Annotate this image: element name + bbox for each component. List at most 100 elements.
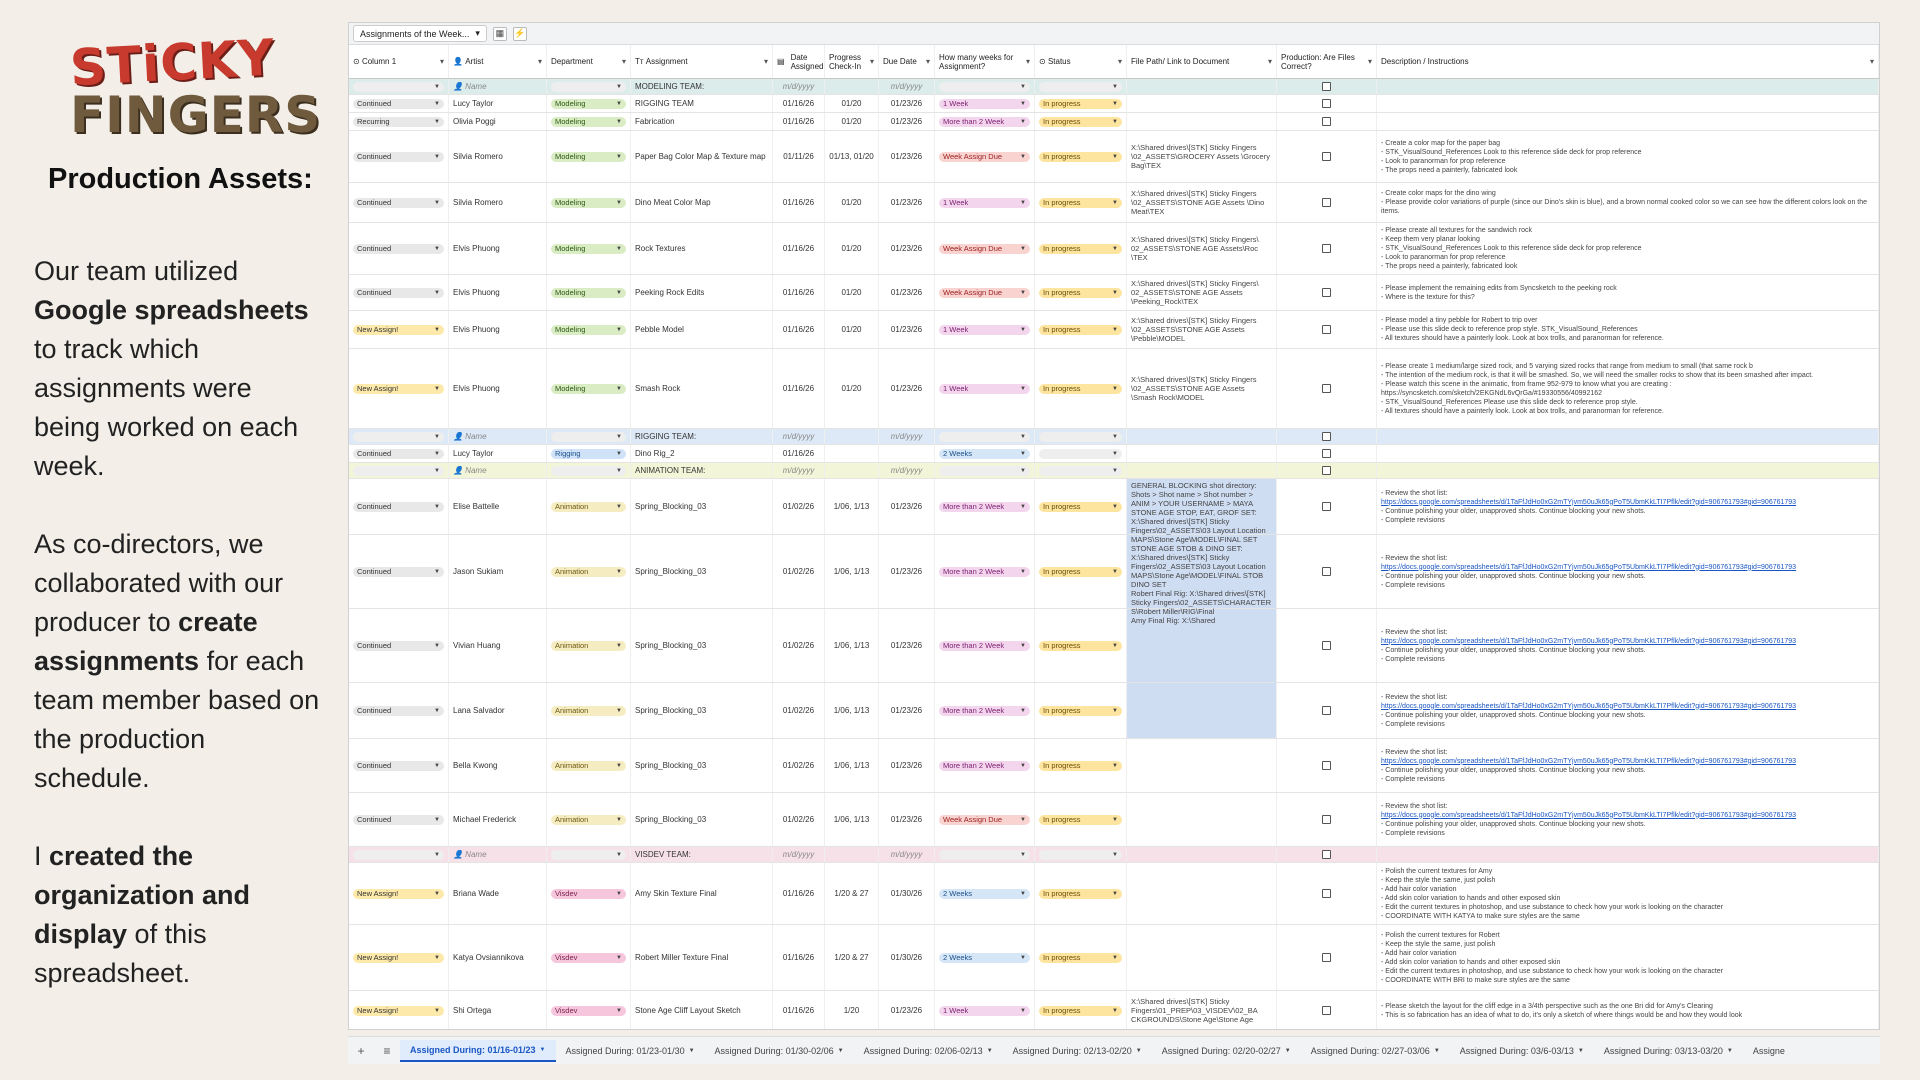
status-cell[interactable]: ▼ — [1035, 429, 1127, 444]
status-cell[interactable]: In progress ▼ — [1035, 609, 1127, 682]
weeks-cell[interactable]: 1 Week ▼ — [935, 349, 1035, 428]
progress-check-in[interactable]: 01/20 — [825, 311, 879, 348]
checkbox[interactable] — [1322, 889, 1331, 898]
due-date[interactable]: 01/23/26 — [879, 131, 935, 182]
checkbox[interactable] — [1322, 1006, 1331, 1015]
weeks-select[interactable]: Week Assign Due ▼ — [939, 814, 1030, 825]
header-file-path[interactable]: File Path/ Link to Document ▾ — [1127, 45, 1277, 78]
progress-check-in[interactable]: 01/20 — [825, 275, 879, 310]
artist-name[interactable]: Elise Battelle — [449, 479, 547, 534]
status-cell[interactable]: In progress ▼ — [1035, 925, 1127, 990]
file-path[interactable]: X:\Shared drives\[STK] Sticky Fingers \0… — [1127, 183, 1277, 222]
progress-check-in[interactable]: 01/13, 01/20 — [825, 131, 879, 182]
department-select[interactable]: Animation ▼ — [551, 760, 626, 771]
weeks-cell[interactable]: ▼ — [935, 79, 1035, 94]
department-cell[interactable]: Modeling ▼ — [547, 131, 631, 182]
status-select[interactable]: In progress ▼ — [1039, 151, 1122, 162]
file-path[interactable]: X:\Shared drives\[STK] Sticky Fingers \0… — [1127, 131, 1277, 182]
department-cell[interactable]: Animation ▼ — [547, 793, 631, 846]
team-dept[interactable]: ▼ — [547, 463, 631, 478]
status-cell[interactable]: In progress ▼ — [1035, 349, 1127, 428]
assignment-name[interactable]: Rock Textures — [631, 223, 773, 274]
status-select[interactable]: In progress ▼ — [1039, 566, 1122, 577]
weeks-cell[interactable]: More than 2 Week ▼ — [935, 535, 1035, 608]
department-cell[interactable]: Rigging ▼ — [547, 445, 631, 462]
date-placeholder[interactable]: m/d/yyyy — [773, 79, 825, 94]
status-select[interactable]: ▼ — [1039, 465, 1122, 476]
file-path[interactable]: X:\Shared drives\[STK] Sticky Fingers\ 0… — [1127, 275, 1277, 310]
weeks-cell[interactable]: Week Assign Due ▼ — [935, 275, 1035, 310]
date-assigned[interactable]: 01/16/26 — [773, 311, 825, 348]
file-path[interactable] — [1127, 793, 1277, 846]
production-check-cell[interactable] — [1277, 847, 1377, 862]
artist-name[interactable]: Elvis Phuong — [449, 223, 547, 274]
status-select[interactable]: ▼ — [1039, 448, 1122, 459]
status-select[interactable]: In progress ▼ — [1039, 814, 1122, 825]
col1-select[interactable]: Continued ▼ — [353, 566, 444, 577]
department-select[interactable]: Rigging ▼ — [551, 448, 626, 459]
weeks-cell[interactable]: More than 2 Week ▼ — [935, 683, 1035, 738]
due-date[interactable] — [879, 445, 935, 462]
weeks-cell[interactable]: 2 Weeks ▼ — [935, 445, 1035, 462]
col1-cell[interactable]: Continued ▼ — [349, 183, 449, 222]
weeks-cell[interactable]: 1 Week ▼ — [935, 95, 1035, 112]
col1-select[interactable]: New Assign! ▼ — [353, 383, 444, 394]
sheet-tab[interactable]: Assigned During: 02/20-02/27 ▼ — [1152, 1040, 1301, 1062]
checkbox[interactable] — [1322, 449, 1331, 458]
due-placeholder[interactable]: m/d/yyyy — [879, 463, 935, 478]
status-cell[interactable]: In progress ▼ — [1035, 479, 1127, 534]
department-select[interactable]: Modeling ▼ — [551, 287, 626, 298]
file-path[interactable]: X:\Shared drives\[STK] Sticky Fingers \0… — [1127, 311, 1277, 348]
status-cell[interactable]: ▼ — [1035, 445, 1127, 462]
description[interactable]: - Please implement the remaining edits f… — [1377, 275, 1879, 310]
col1-select[interactable]: Continued ▼ — [353, 501, 444, 512]
status-select[interactable]: In progress ▼ — [1039, 197, 1122, 208]
production-check-cell[interactable] — [1277, 79, 1377, 94]
progress-check-in[interactable]: 1/06, 1/13 — [825, 609, 879, 682]
artist-name[interactable]: Lucy Taylor — [449, 445, 547, 462]
status-select[interactable]: ▼ — [1039, 431, 1122, 442]
sheet-tab[interactable]: Assigned During: 01/30-02/06 ▼ — [705, 1040, 854, 1062]
department-cell[interactable]: Animation ▼ — [547, 535, 631, 608]
sheet-tab[interactable]: Assigned During: 03/6-03/13 ▼ — [1450, 1040, 1594, 1062]
description[interactable]: - Review the shot list: https://docs.goog… — [1377, 479, 1879, 534]
production-check-cell[interactable] — [1277, 113, 1377, 130]
status-cell[interactable]: In progress ▼ — [1035, 683, 1127, 738]
date-assigned[interactable]: 01/16/26 — [773, 95, 825, 112]
sheet-tab[interactable]: Assigned During: 02/27-03/06 ▼ — [1301, 1040, 1450, 1062]
status-cell[interactable]: In progress ▼ — [1035, 535, 1127, 608]
status-select[interactable]: ▼ — [1039, 81, 1122, 92]
weeks-cell[interactable]: 1 Week ▼ — [935, 183, 1035, 222]
department-select[interactable]: Visdev ▼ — [551, 1005, 626, 1016]
date-assigned[interactable]: 01/16/26 — [773, 183, 825, 222]
department-select[interactable]: Modeling ▼ — [551, 243, 626, 254]
date-assigned[interactable]: 01/16/26 — [773, 349, 825, 428]
date-assigned[interactable]: 01/16/26 — [773, 223, 825, 274]
weeks-cell[interactable]: More than 2 Week ▼ — [935, 739, 1035, 792]
col1-select[interactable]: Continued ▼ — [353, 151, 444, 162]
progress-check-in[interactable]: 1/20 & 27 — [825, 925, 879, 990]
sheet-tab[interactable]: Assigne — [1743, 1040, 1795, 1062]
due-date[interactable]: 01/23/26 — [879, 311, 935, 348]
department-cell[interactable]: Modeling ▼ — [547, 311, 631, 348]
due-date[interactable]: 01/23/26 — [879, 479, 935, 534]
checkbox[interactable] — [1322, 384, 1331, 393]
date-assigned[interactable]: 01/02/26 — [773, 479, 825, 534]
weeks-select[interactable]: ▼ — [939, 465, 1030, 476]
col1-cell[interactable]: Recurring ▼ — [349, 113, 449, 130]
col1-cell[interactable]: Continued ▼ — [349, 479, 449, 534]
assignment-name[interactable]: Peeking Rock Edits — [631, 275, 773, 310]
weeks-cell[interactable]: 1 Week ▼ — [935, 991, 1035, 1029]
assignment-name[interactable]: Pebble Model — [631, 311, 773, 348]
header-artist[interactable]: 👤 Artist ▾ — [449, 45, 547, 78]
col1-cell[interactable]: New Assign! ▼ — [349, 991, 449, 1029]
checkbox[interactable] — [1322, 706, 1331, 715]
due-date[interactable]: 01/23/26 — [879, 95, 935, 112]
weeks-cell[interactable]: 2 Weeks ▼ — [935, 863, 1035, 924]
checkbox[interactable] — [1322, 99, 1331, 108]
production-check-cell[interactable] — [1277, 183, 1377, 222]
department-select[interactable]: Animation ▼ — [551, 501, 626, 512]
assignment-name[interactable]: Dino Rig_2 — [631, 445, 773, 462]
artist-name[interactable]: Lucy Taylor — [449, 95, 547, 112]
file-path[interactable] — [1127, 863, 1277, 924]
